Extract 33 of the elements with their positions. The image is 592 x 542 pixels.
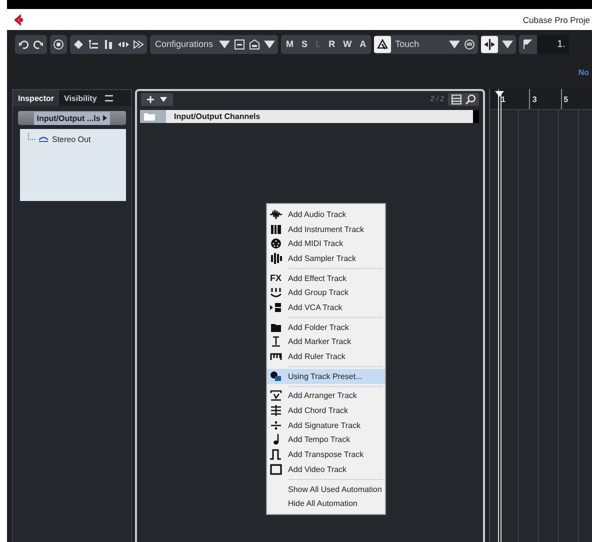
panel-tab[interactable]: Visibility: [59, 90, 102, 106]
menu-item[interactable]: Add Tempo Track: [267, 432, 385, 448]
menu-item[interactable]: Add MIDI Track: [267, 236, 385, 252]
tree-item[interactable]: Stereo Out: [52, 135, 91, 144]
mode-toggle[interactable]: S: [300, 39, 310, 49]
mode-toggle[interactable]: W: [341, 39, 354, 49]
menu-item[interactable]: Add Chord Track: [267, 403, 385, 418]
menu-item[interactable]: Add Arranger Track: [267, 388, 385, 404]
menu-item[interactable]: Add Group Track: [267, 285, 385, 300]
menu-item[interactable]: Add Marker Track: [267, 334, 385, 350]
menu-item[interactable]: Add Video Track: [267, 462, 385, 477]
menu-item[interactable]: Show All Used Automation: [267, 482, 385, 496]
menu-item[interactable]: Add Sampler Track: [267, 251, 385, 266]
menu-item[interactable]: Add Ruler Track: [267, 349, 385, 364]
menu-item[interactable]: Add Transpose Track: [267, 447, 385, 462]
folder-button[interactable]: Input/Output ...ls: [18, 111, 126, 125]
menu-item[interactable]: Add Folder Track: [267, 320, 385, 334]
menu-item[interactable]: Add VCA Track: [267, 300, 385, 315]
position-display: 1.: [537, 34, 570, 54]
info-line-text: No: [578, 68, 589, 76]
panel-tab[interactable]: Inspector: [13, 90, 60, 106]
window-title: Cubase Pro Proje: [522, 14, 590, 24]
mode-toggle[interactable]: M: [284, 39, 296, 49]
menu-item[interactable]: Add Signature Track: [267, 418, 385, 433]
fx-icon: FX: [270, 273, 282, 284]
menu-item[interactable]: Add Audio Track: [267, 207, 385, 222]
menu-item[interactable]: Hide All Automation: [267, 496, 385, 512]
menu-item[interactable]: Using Track Preset...: [267, 368, 385, 384]
mode-toggle[interactable]: A: [358, 39, 368, 49]
menu-item[interactable]: FX Add Effect Track: [267, 270, 385, 286]
menu-item[interactable]: Add Instrument Track: [267, 222, 385, 236]
mode-toggle[interactable]: R: [326, 39, 338, 49]
track-name[interactable]: Input/Output Channels: [166, 110, 473, 123]
